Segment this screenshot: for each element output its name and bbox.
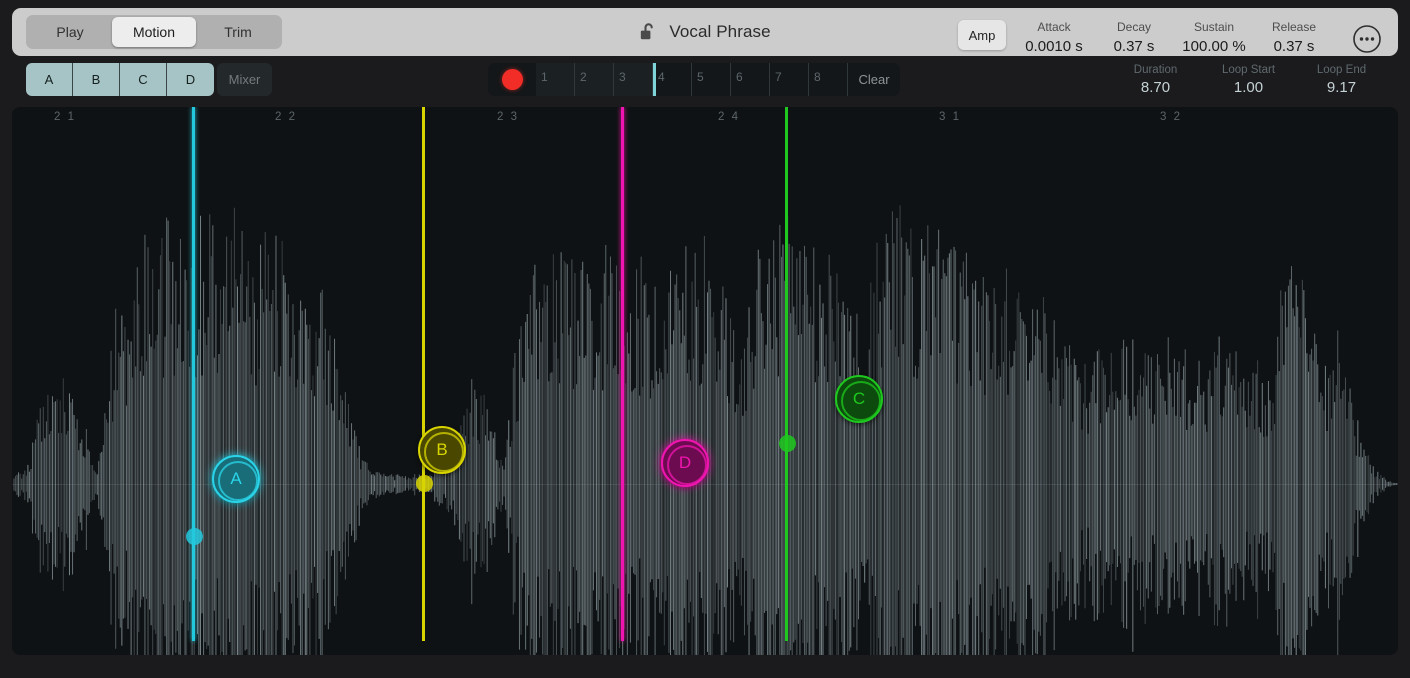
loop-start-label: Loop Start	[1202, 63, 1295, 77]
step-7-label: 7	[775, 70, 782, 84]
step-5-label: 5	[697, 70, 704, 84]
step-6[interactable]: 6	[731, 63, 770, 96]
mode-segmented-control[interactable]: Play Motion Trim	[26, 15, 282, 49]
ruler-label-0: 2 1	[54, 111, 76, 123]
slot-b-label: B	[92, 72, 101, 87]
clear-button[interactable]: Clear	[848, 63, 900, 96]
step-2-label: 2	[580, 70, 587, 84]
step-4[interactable]: 4	[653, 63, 692, 96]
mixer-button[interactable]: Mixer	[217, 63, 272, 96]
waveform-panel[interactable]: 2 1 2 2 2 3 2 4 3 1 3 2 A B D C	[12, 107, 1398, 655]
duration-label: Duration	[1109, 63, 1202, 77]
motion-marker-label: B	[436, 440, 447, 460]
playhead-line-c[interactable]	[785, 107, 788, 641]
sustain-value: 100.00 %	[1174, 37, 1254, 57]
mixer-button-label: Mixer	[229, 72, 261, 87]
release-label: Release	[1254, 20, 1334, 35]
timeline-ruler[interactable]: 2 1 2 2 2 3 2 4 3 1 3 2	[12, 107, 1398, 129]
motion-marker-c[interactable]: C	[835, 375, 883, 423]
step-6-label: 6	[736, 70, 743, 84]
attack-value: 0.0010 s	[1014, 37, 1094, 57]
motion-marker-label: C	[853, 389, 865, 409]
page-title: Vocal Phrase	[669, 22, 770, 42]
tab-trim[interactable]: Trim	[196, 17, 280, 47]
loop-start-readout[interactable]: Loop Start 1.00	[1202, 63, 1295, 97]
motion-marker-b[interactable]: B	[418, 426, 466, 474]
motion-marker-label: D	[679, 453, 691, 473]
amp-button[interactable]: Amp	[958, 20, 1006, 50]
step-playhead	[653, 63, 656, 96]
clear-button-label: Clear	[858, 72, 889, 87]
decay-readout[interactable]: Decay 0.37 s	[1094, 14, 1174, 57]
step-7[interactable]: 7	[770, 63, 809, 96]
unlocked-padlock-icon[interactable]	[639, 22, 657, 42]
attack-readout[interactable]: Attack 0.0010 s	[1014, 14, 1094, 57]
record-dot-icon	[502, 69, 523, 90]
attack-label: Attack	[1014, 20, 1094, 35]
tab-motion-label: Motion	[133, 24, 175, 40]
ruler-label-5: 3 2	[1160, 111, 1182, 123]
amp-button-label: Amp	[969, 28, 996, 43]
decay-label: Decay	[1094, 20, 1174, 35]
decay-value: 0.37 s	[1094, 37, 1174, 57]
sustain-label: Sustain	[1174, 20, 1254, 35]
slot-selector[interactable]: A B C D	[26, 63, 214, 96]
tab-play-label: Play	[56, 24, 83, 40]
slot-button-a[interactable]: A	[26, 63, 73, 96]
playhead-handle-c[interactable]	[779, 435, 796, 452]
slot-c-label: C	[138, 72, 147, 87]
step-8-label: 8	[814, 70, 821, 84]
recorder-strip: 1 2 3 4 5 6 7 8 Clear	[488, 63, 900, 96]
motion-marker-d[interactable]: D	[661, 439, 709, 487]
slot-button-d[interactable]: D	[167, 63, 214, 96]
record-button[interactable]	[488, 63, 536, 96]
sampler-window: Play Motion Trim Vocal Phrase Amp A	[0, 0, 1410, 678]
step-2[interactable]: 2	[575, 63, 614, 96]
step-8[interactable]: 8	[809, 63, 848, 96]
motion-marker-label: A	[230, 469, 241, 489]
motion-marker-a[interactable]: A	[212, 455, 260, 503]
header-bar: Play Motion Trim Vocal Phrase Amp A	[12, 8, 1398, 56]
ruler-label-2: 2 3	[497, 111, 519, 123]
tab-motion[interactable]: Motion	[112, 17, 196, 47]
step-3[interactable]: 3	[614, 63, 653, 96]
ruler-label-1: 2 2	[275, 111, 297, 123]
release-value: 0.37 s	[1254, 37, 1334, 57]
playhead-line-a[interactable]	[192, 107, 195, 641]
release-readout[interactable]: Release 0.37 s	[1254, 14, 1334, 57]
step-1[interactable]: 1	[536, 63, 575, 96]
ruler-label-3: 2 4	[718, 111, 740, 123]
title-group: Vocal Phrase	[639, 22, 770, 42]
sub-toolbar: A B C D Mixer 1 2 3 4 5 6 7 8	[12, 63, 1398, 101]
step-4-label: 4	[658, 70, 665, 84]
loop-start-value: 1.00	[1202, 78, 1295, 97]
playhead-handle-a[interactable]	[186, 528, 203, 545]
playhead-line-d[interactable]	[621, 107, 624, 641]
step-1-label: 1	[541, 70, 548, 84]
playhead-line-b[interactable]	[422, 107, 425, 641]
loop-readouts: Duration 8.70 Loop Start 1.00 Loop End 9…	[1109, 63, 1388, 97]
ruler-label-4: 3 1	[939, 111, 961, 123]
more-options-icon[interactable]	[1352, 24, 1382, 54]
slot-button-b[interactable]: B	[73, 63, 120, 96]
sustain-readout[interactable]: Sustain 100.00 %	[1174, 14, 1254, 57]
tab-trim-label: Trim	[224, 24, 251, 40]
envelope-readouts: Attack 0.0010 s Decay 0.37 s Sustain 100…	[1014, 14, 1334, 57]
slot-button-c[interactable]: C	[120, 63, 167, 96]
audio-waveform[interactable]	[12, 129, 1398, 655]
tab-play[interactable]: Play	[28, 17, 112, 47]
step-sequencer[interactable]: 1 2 3 4 5 6 7 8	[536, 63, 848, 96]
duration-readout[interactable]: Duration 8.70	[1109, 63, 1202, 97]
step-3-label: 3	[619, 70, 626, 84]
playhead-handle-b[interactable]	[416, 475, 433, 492]
loop-end-value: 9.17	[1295, 78, 1388, 97]
step-5[interactable]: 5	[692, 63, 731, 96]
duration-value: 8.70	[1109, 78, 1202, 97]
slot-a-label: A	[45, 72, 54, 87]
loop-end-label: Loop End	[1295, 63, 1388, 77]
slot-d-label: D	[186, 72, 195, 87]
loop-end-readout[interactable]: Loop End 9.17	[1295, 63, 1388, 97]
